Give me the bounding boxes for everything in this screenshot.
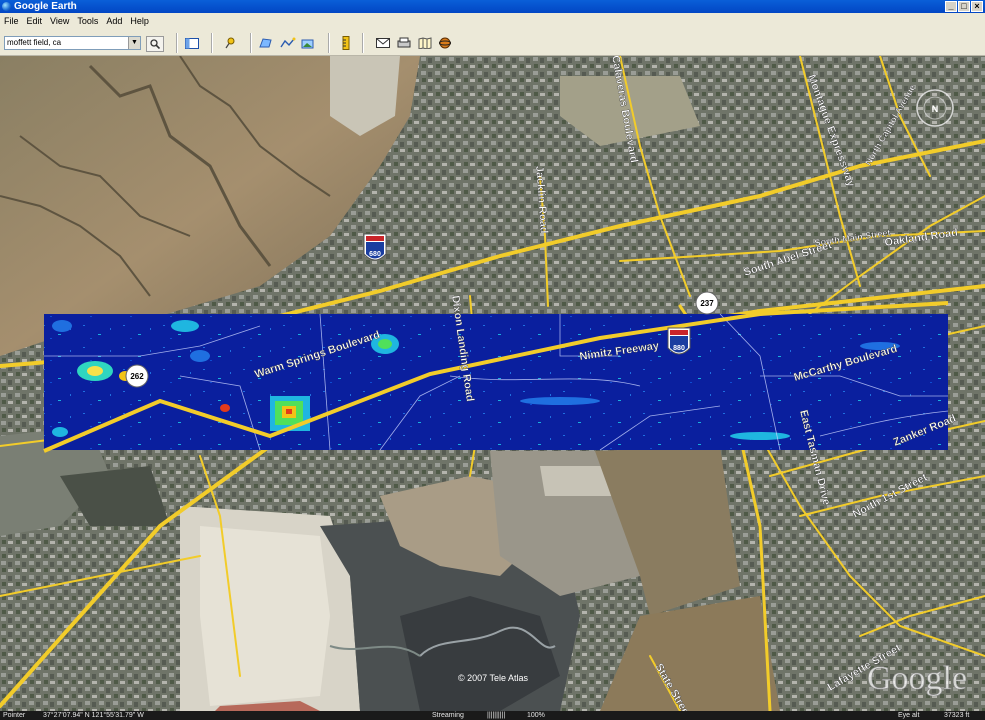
- menu-view[interactable]: View: [46, 16, 73, 26]
- magnifier-icon: [150, 39, 160, 49]
- placemark-pushpin-icon: [225, 37, 235, 49]
- maximize-button[interactable]: □: [958, 1, 970, 12]
- image-overlay-icon: [301, 39, 314, 49]
- map-icon: [418, 37, 432, 49]
- minimize-button[interactable]: _: [945, 1, 957, 12]
- placemark-button[interactable]: [222, 36, 238, 50]
- pointer-coordinates: 37°27'07.94" N 121°55'31.79" W: [43, 712, 144, 719]
- shield-680-label: 680: [369, 251, 381, 258]
- map-view[interactable]: 680 880 237 262 Warm Springs Boulevard D…: [0, 56, 985, 711]
- ruler-icon: [342, 36, 350, 50]
- shield-880-label: 880: [673, 345, 685, 352]
- toolbar: moffett field, ca ▼: [0, 29, 985, 56]
- streaming-label: Streaming: [432, 712, 464, 719]
- shield-262-label: 262: [130, 372, 144, 381]
- streaming-progress-bar: ||||||||||: [487, 712, 506, 719]
- sidebar-icon: [185, 37, 199, 49]
- status-bar: Pointer 37°27'07.94" N 121°55'31.79" W S…: [0, 711, 985, 720]
- shield-237-label: 237: [700, 299, 714, 308]
- close-button[interactable]: ×: [971, 1, 983, 12]
- path-icon: [280, 37, 296, 48]
- menu-tools[interactable]: Tools: [73, 16, 102, 26]
- interstate-880-shield: 880: [667, 327, 691, 355]
- title-bar: Google Earth _ □ ×: [0, 0, 985, 13]
- eye-alt-label: Eye alt: [898, 712, 920, 719]
- toolbar-separator: [211, 33, 213, 53]
- streaming-percent: 100%: [527, 712, 545, 719]
- printer-icon: [397, 37, 411, 48]
- satellite-imagery[interactable]: 680 880 237 262 Warm Springs Boulevard D…: [0, 56, 985, 711]
- email-button[interactable]: [375, 36, 391, 50]
- polygon-button[interactable]: [258, 36, 274, 50]
- polygon-icon: [259, 38, 272, 48]
- path-button[interactable]: [280, 36, 296, 50]
- compass-north-label: N: [932, 104, 939, 114]
- menu-add[interactable]: Add: [102, 16, 126, 26]
- menu-help[interactable]: Help: [126, 16, 153, 26]
- search-dropdown-icon[interactable]: ▼: [128, 37, 140, 49]
- menu-bar: File Edit View Tools Add Help: [0, 13, 985, 29]
- pointer-label: Pointer: [3, 712, 26, 719]
- interstate-680-shield: 680: [363, 233, 387, 261]
- google-earth-globe-icon: [2, 2, 11, 11]
- toolbar-separator: [328, 33, 330, 53]
- search-button[interactable]: [146, 36, 164, 52]
- search-value: moffett field, ca: [7, 38, 62, 47]
- print-button[interactable]: [396, 36, 412, 50]
- view-in-maps-button[interactable]: [417, 36, 433, 50]
- menu-file[interactable]: File: [0, 16, 23, 26]
- planet-icon: [439, 37, 451, 49]
- toolbar-separator: [176, 33, 178, 53]
- ruler-button[interactable]: [338, 36, 354, 50]
- route-262-shield: 262: [125, 364, 149, 388]
- eye-alt-value: 37323 ft: [944, 712, 970, 719]
- google-logo: Google: [867, 660, 967, 697]
- sky-button[interactable]: [437, 36, 453, 50]
- toolbar-separator: [362, 33, 364, 53]
- sidebar-toggle-button[interactable]: [184, 36, 200, 50]
- image-overlay-button[interactable]: [300, 36, 316, 50]
- window-title: Google Earth: [14, 1, 77, 12]
- route-237-shield: 237: [695, 291, 719, 315]
- menu-edit[interactable]: Edit: [23, 16, 47, 26]
- email-icon: [376, 38, 390, 48]
- copyright-text: © 2007 Tele Atlas: [458, 673, 529, 683]
- search-input[interactable]: moffett field, ca ▼: [4, 36, 141, 50]
- toolbar-separator: [250, 33, 252, 53]
